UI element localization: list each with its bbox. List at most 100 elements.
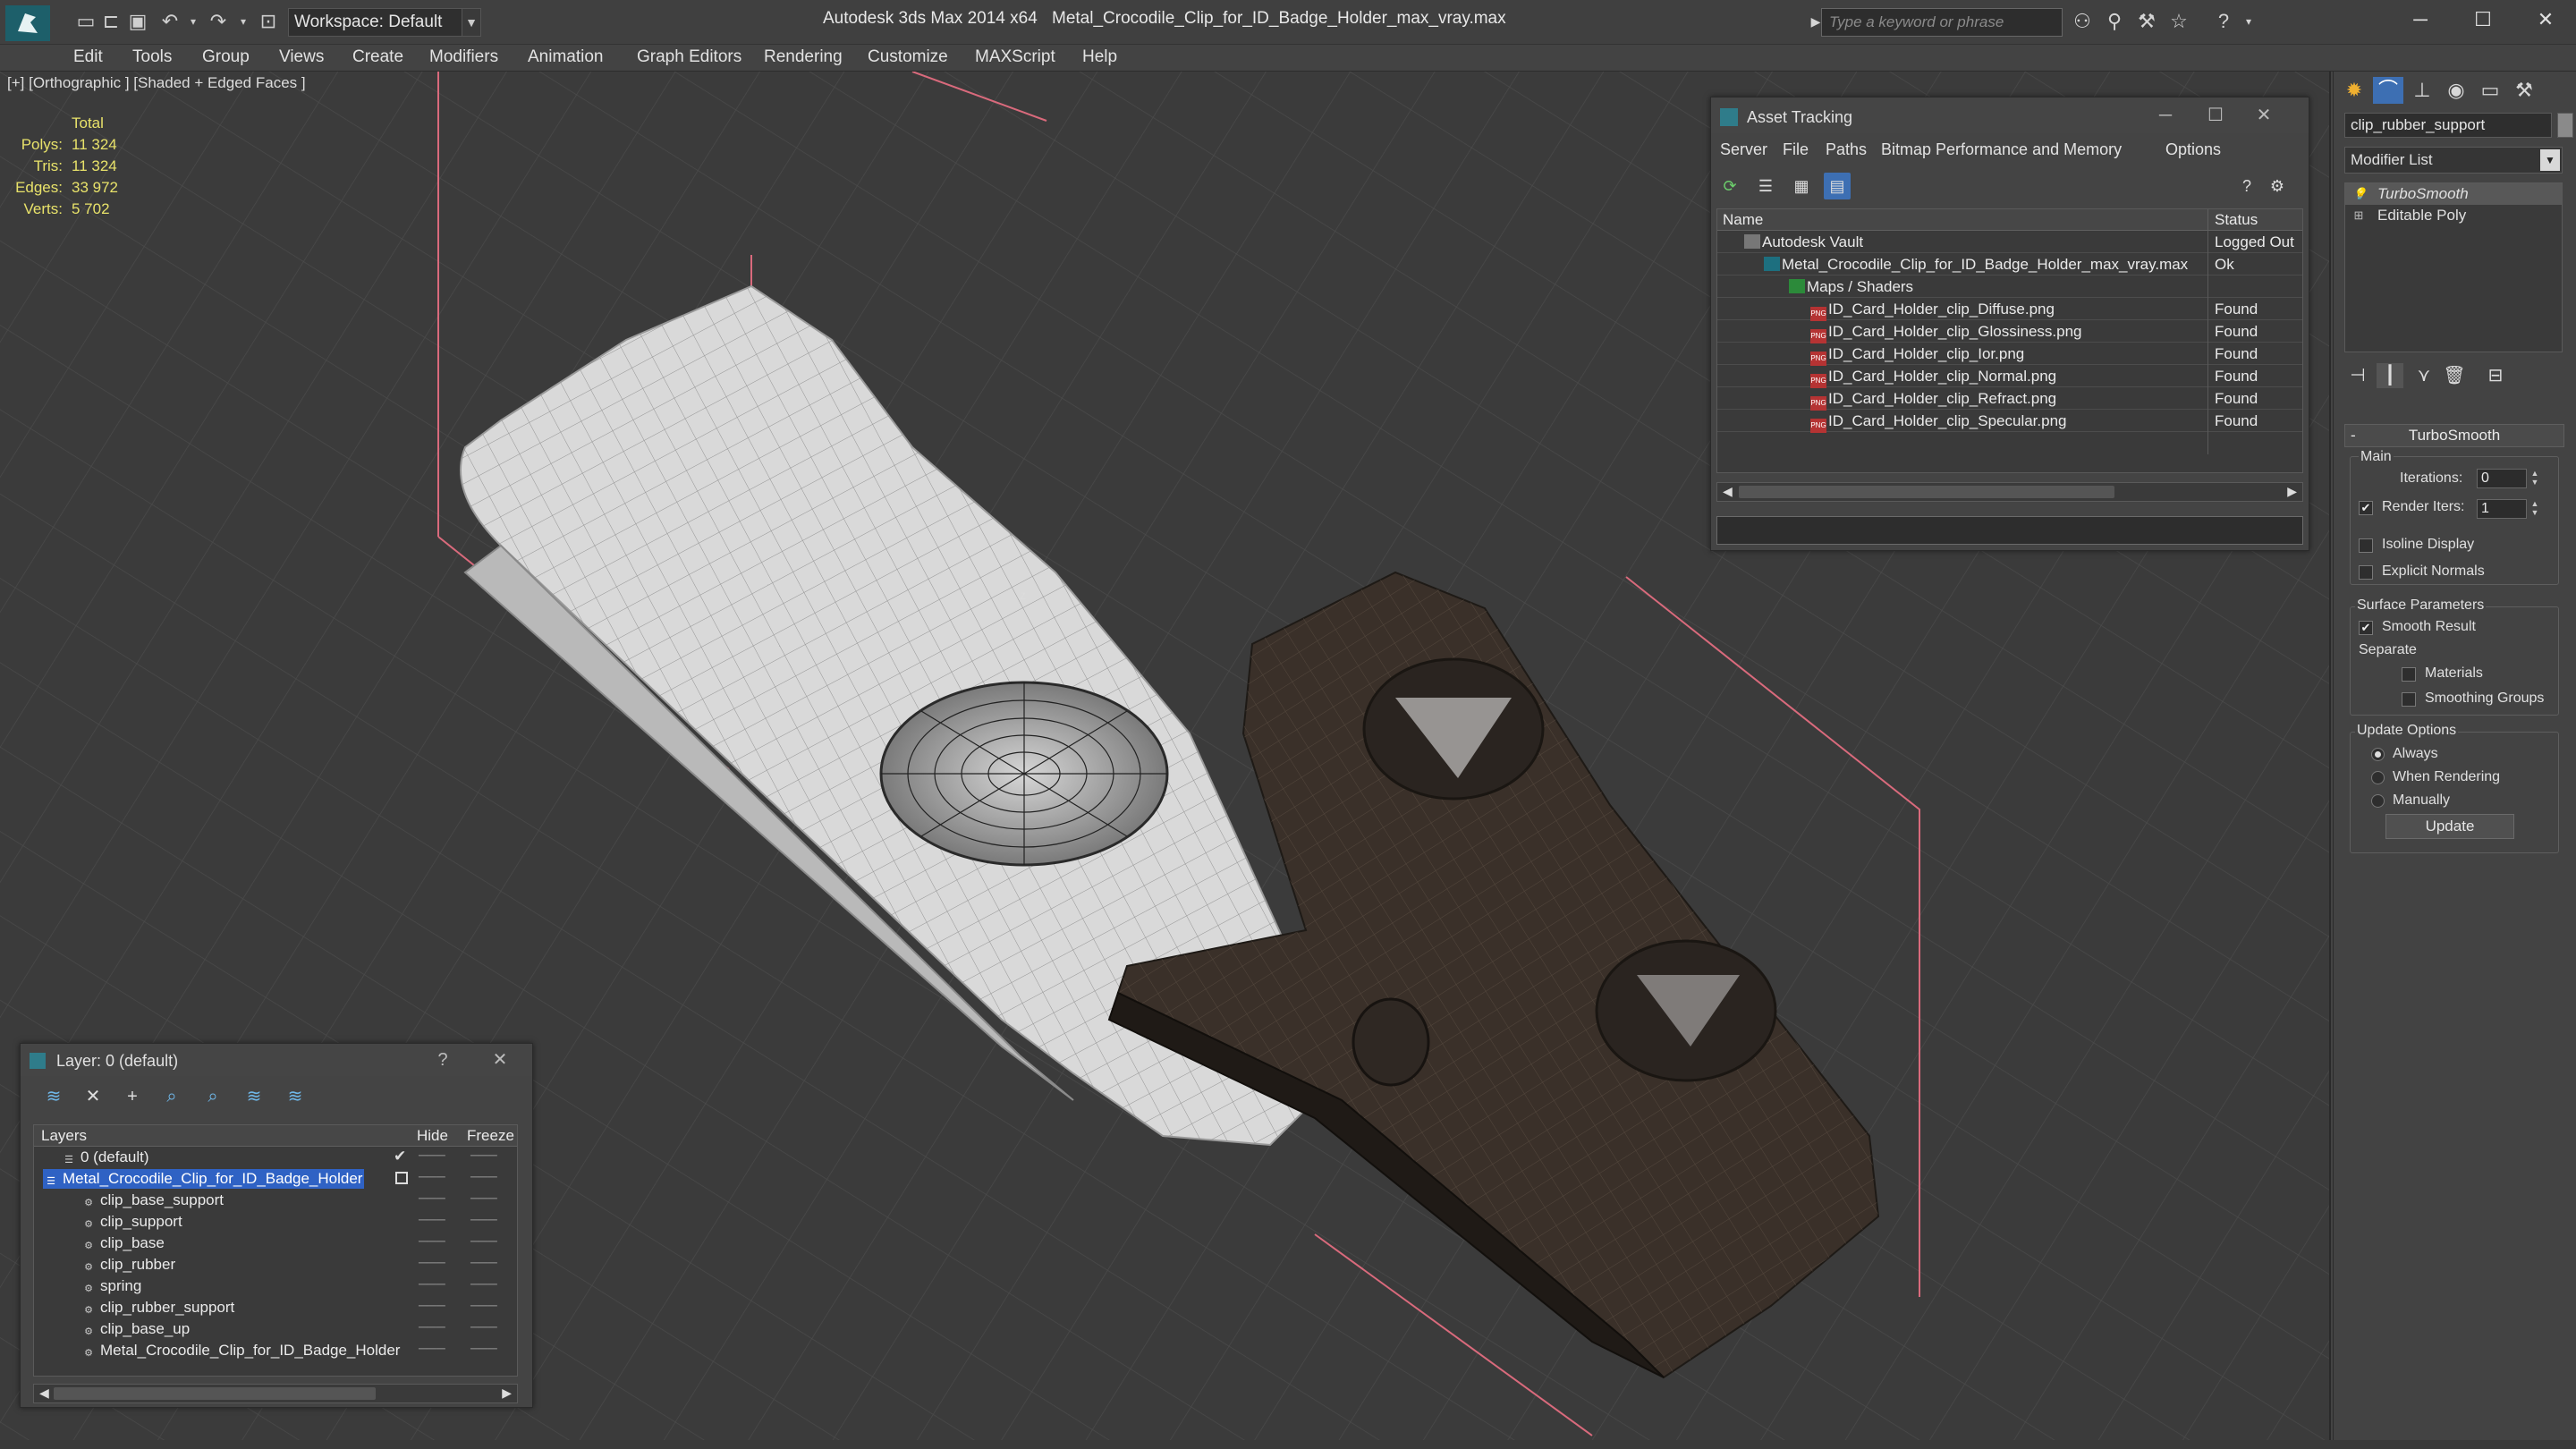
close-button[interactable]: ✕	[2248, 103, 2280, 128]
hide-toggle[interactable]: ───	[419, 1341, 445, 1355]
hide-toggle[interactable]: ───	[419, 1148, 445, 1162]
menu-views[interactable]: Views	[279, 47, 324, 67]
favorites-star-icon[interactable]: ☆	[2166, 9, 2191, 34]
create-layer-icon[interactable]: ≋	[40, 1083, 67, 1110]
asset-row[interactable]: Autodesk Vault Logged Out	[1717, 231, 2302, 253]
turbosmooth-rollout-header[interactable]: - TurboSmooth	[2344, 424, 2564, 447]
redo-dropdown-icon[interactable]: ▾	[233, 11, 254, 32]
hide-toggle[interactable]: ───	[419, 1212, 445, 1226]
scroll-right-icon[interactable]: ▶	[502, 1385, 512, 1401]
layer-row[interactable]: ⚙ clip_base_up ─── ───	[34, 1318, 517, 1340]
column-name[interactable]: Name	[1723, 211, 1763, 229]
stack-item-editable-poly[interactable]: ⊞ Editable Poly	[2345, 205, 2562, 226]
workspace-select[interactable]: Workspace: Default	[288, 8, 481, 37]
freeze-all-layers-icon[interactable]: ≋	[282, 1083, 309, 1110]
menu-customize[interactable]: Customize	[868, 47, 948, 67]
viewport-label[interactable]: [+] [Orthographic ] [Shaded + Edged Face…	[7, 74, 306, 92]
open-file-icon[interactable]: ⊏	[100, 11, 122, 32]
undo-dropdown-icon[interactable]: ▾	[182, 11, 204, 32]
redo-icon[interactable]: ↷	[208, 11, 229, 32]
binoculars-icon[interactable]: ⚇	[2070, 9, 2095, 34]
maximize-button[interactable]: ☐	[2456, 4, 2510, 36]
menu-animation[interactable]: Animation	[528, 47, 604, 67]
close-button[interactable]: ✕	[2519, 4, 2572, 36]
hide-toggle[interactable]: ───	[419, 1169, 445, 1183]
undo-icon[interactable]: ↶	[159, 11, 181, 32]
asset-row[interactable]: Maps / Shaders	[1717, 275, 2302, 298]
hide-all-layers-icon[interactable]: ≋	[241, 1083, 267, 1110]
menu-server[interactable]: Server	[1720, 140, 1767, 159]
current-layer-check-icon[interactable]: ✔	[394, 1148, 406, 1165]
add-to-layer-icon[interactable]: +	[119, 1083, 146, 1110]
asset-row[interactable]: PNG ID_Card_Holder_clip_Refract.png Found	[1717, 387, 2302, 411]
scroll-left-icon[interactable]: ◀	[39, 1385, 49, 1401]
menu-bitmap-performance[interactable]: Bitmap Performance and Memory	[1881, 140, 2122, 159]
configure-modifier-sets-icon[interactable]: ⊟	[2482, 363, 2509, 388]
freeze-toggle[interactable]: ───	[470, 1341, 497, 1355]
menu-help[interactable]: Help	[1082, 47, 1117, 67]
freeze-toggle[interactable]: ───	[470, 1169, 497, 1183]
layer-row[interactable]: ☰ 0 (default) ✔ ─── ───	[34, 1147, 517, 1168]
freeze-toggle[interactable]: ───	[470, 1319, 497, 1334]
refresh-icon[interactable]: ⟳	[1716, 173, 1743, 199]
smooth-result-checkbox[interactable]: ✔	[2359, 621, 2373, 635]
communication-center-icon[interactable]: ⚒	[2134, 9, 2159, 34]
save-file-icon[interactable]: ▣	[127, 11, 148, 32]
menu-file[interactable]: File	[1783, 140, 1809, 159]
spinner-arrows-icon[interactable]: ▲ ▼	[2529, 469, 2541, 488]
column-hide[interactable]: Hide	[417, 1127, 448, 1145]
layer-row[interactable]: ⚙ clip_base ─── ───	[34, 1233, 517, 1254]
asset-row[interactable]: PNG ID_Card_Holder_clip_Diffuse.png Found	[1717, 298, 2302, 321]
render-iters-spinner[interactable]: 1	[2477, 499, 2527, 519]
layer-row[interactable]: ⚙ Metal_Crocodile_Clip_for_ID_Badge_Holde…	[34, 1340, 517, 1361]
layer-manager-titlebar[interactable]: Layer: 0 (default) ? ✕	[21, 1044, 532, 1076]
thumbnail-view-icon[interactable]: ▦	[1788, 173, 1815, 199]
help-icon[interactable]: ?	[427, 1047, 459, 1072]
spinner-arrows-icon[interactable]: ▲ ▼	[2529, 499, 2541, 519]
hierarchy-tab-icon[interactable]: ⊥	[2407, 77, 2437, 104]
asset-horizontal-scrollbar[interactable]: ◀ ▶	[1716, 482, 2303, 502]
set-current-icon[interactable]	[395, 1172, 408, 1184]
always-radio[interactable]	[2371, 748, 2385, 761]
hide-toggle[interactable]: ───	[419, 1276, 445, 1291]
menu-options[interactable]: Options	[2165, 140, 2221, 159]
menu-modifiers[interactable]: Modifiers	[429, 47, 498, 67]
column-freeze[interactable]: Freeze	[467, 1127, 514, 1145]
layer-row[interactable]: ⚙ clip_rubber ─── ───	[34, 1254, 517, 1275]
smoothing-groups-checkbox[interactable]	[2402, 692, 2416, 707]
layer-row[interactable]: ⚙ clip_rubber_support ─── ───	[34, 1297, 517, 1318]
asset-tracking-titlebar[interactable]: Asset Tracking ─ ☐ ✕	[1711, 97, 2309, 133]
hide-toggle[interactable]: ───	[419, 1255, 445, 1269]
layer-row[interactable]: ⚙ clip_support ─── ───	[34, 1211, 517, 1233]
new-file-icon[interactable]: ▭	[75, 11, 97, 32]
show-end-result-icon[interactable]: ┃	[2377, 363, 2403, 388]
asset-path-field[interactable]	[1716, 516, 2303, 545]
hide-toggle[interactable]: ───	[419, 1319, 445, 1334]
freeze-toggle[interactable]: ───	[470, 1233, 497, 1248]
object-name-field[interactable]: clip_rubber_support	[2344, 113, 2552, 138]
asset-row[interactable]: PNG ID_Card_Holder_clip_Ior.png Found	[1717, 343, 2302, 366]
hide-toggle[interactable]: ───	[419, 1191, 445, 1205]
scroll-left-icon[interactable]: ◀	[1723, 484, 1733, 499]
delete-layer-icon[interactable]: ✕	[80, 1083, 106, 1110]
modify-tab-icon[interactable]: ⌒	[2373, 77, 2403, 104]
pin-stack-icon[interactable]: ⊣	[2344, 363, 2371, 388]
help-dropdown-icon[interactable]: ▾	[2236, 9, 2261, 34]
stack-item-turbosmooth[interactable]: 💡 TurboSmooth	[2345, 183, 2562, 205]
when-rendering-radio[interactable]	[2371, 771, 2385, 784]
menu-group[interactable]: Group	[202, 47, 250, 67]
display-tab-icon[interactable]: ▭	[2475, 77, 2505, 104]
render-iters-checkbox[interactable]: ✔	[2359, 501, 2373, 515]
hide-toggle[interactable]: ───	[419, 1298, 445, 1312]
asset-row[interactable]: PNG ID_Card_Holder_clip_Normal.png Found	[1717, 365, 2302, 388]
maximize-button[interactable]: ☐	[2199, 103, 2232, 128]
create-tab-icon[interactable]: ✹	[2339, 77, 2369, 104]
table-view-icon[interactable]: ▤	[1824, 173, 1851, 199]
freeze-toggle[interactable]: ───	[470, 1148, 497, 1162]
chevron-down-icon[interactable]: ▼	[462, 8, 481, 37]
freeze-toggle[interactable]: ───	[470, 1255, 497, 1269]
list-view-icon[interactable]: ☰	[1752, 173, 1779, 199]
collapse-icon[interactable]: -	[2351, 425, 2356, 446]
minimize-button[interactable]: ─	[2149, 103, 2182, 128]
menu-rendering[interactable]: Rendering	[764, 47, 843, 67]
